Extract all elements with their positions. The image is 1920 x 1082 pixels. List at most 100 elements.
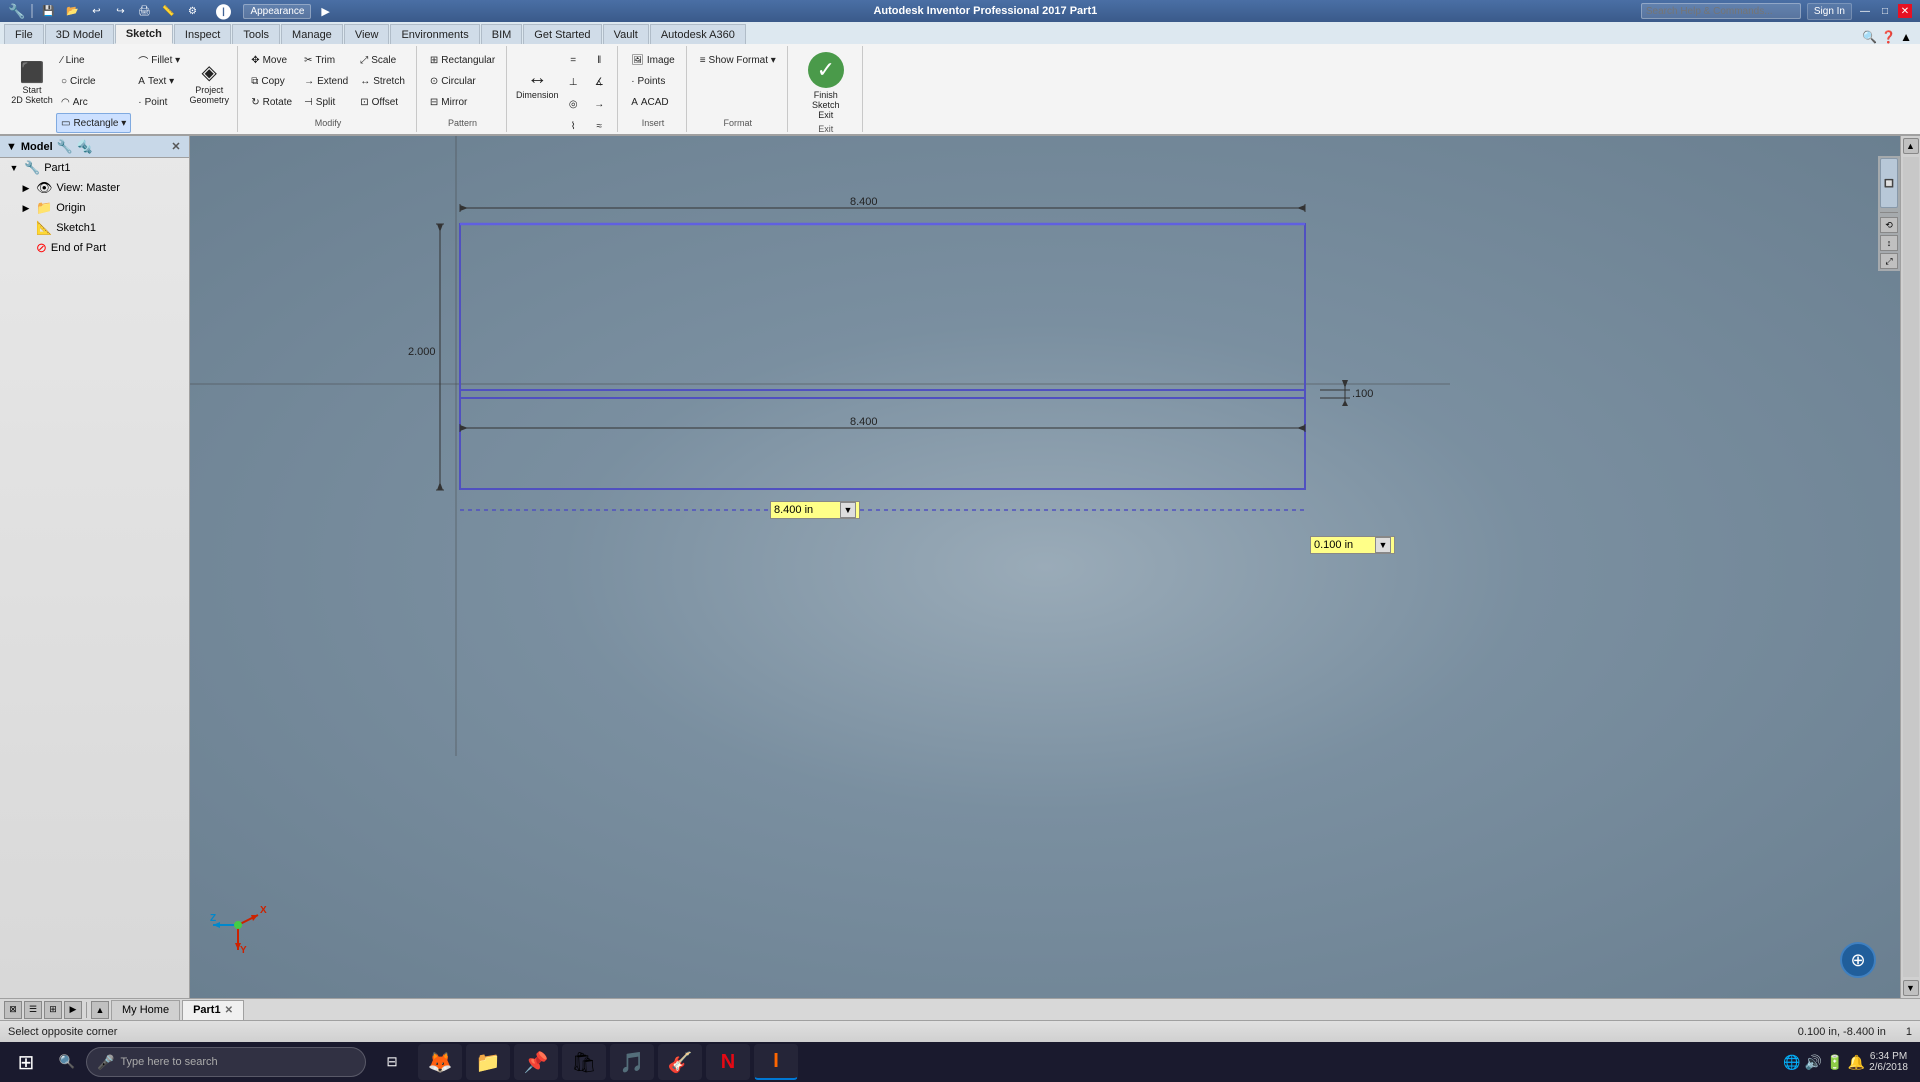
start-button[interactable]: ⊞ <box>4 1044 48 1080</box>
tab-inspect[interactable]: Inspect <box>174 24 231 44</box>
steering-wheel[interactable]: ⊕ <box>1840 942 1876 978</box>
height-input-expand[interactable]: ▼ <box>1375 537 1391 553</box>
tray-battery[interactable]: 🔋 <box>1826 1054 1843 1071</box>
constraint-angle[interactable]: ∡ <box>587 72 611 92</box>
tray-volume[interactable]: 🔊 <box>1805 1054 1822 1071</box>
tab-vault[interactable]: Vault <box>603 24 649 44</box>
panel-close-btn[interactable]: ✕ <box>169 140 183 154</box>
tab-sketch[interactable]: Sketch <box>115 24 173 44</box>
tab-bim[interactable]: BIM <box>481 24 523 44</box>
tree-item-part1[interactable]: ▼ 🔧 Part1 <box>0 158 189 178</box>
tree-item-origin[interactable]: ▶ 📁 Origin <box>0 198 189 218</box>
system-clock[interactable]: 6:34 PM 2/6/2018 <box>1869 1051 1908 1073</box>
offset-btn[interactable]: ⊡ Offset <box>355 92 410 112</box>
text-btn[interactable]: A Text ▾ <box>133 71 185 91</box>
quick-measure[interactable]: 📏 <box>159 2 177 20</box>
quick-redo[interactable]: ↪ <box>111 2 129 20</box>
launch-btn[interactable]: ▶ <box>321 5 329 18</box>
circle-btn[interactable]: ○ Circle <box>56 71 131 91</box>
quick-undo[interactable]: ↩ <box>87 2 105 20</box>
canvas-area[interactable]: 8.400 8.400 2.000 .100 8.400 in ▼ 0.100 … <box>190 136 1900 998</box>
tab-3dmodel[interactable]: 3D Model <box>45 24 114 44</box>
rectangle-btn[interactable]: ▭ Rectangle ▾ <box>56 113 131 133</box>
nav-list[interactable]: ☰ <box>24 1001 42 1019</box>
expand-part1[interactable]: ▼ <box>8 162 20 174</box>
copy-btn[interactable]: ⧉ Copy <box>246 71 297 91</box>
tab-environments[interactable]: Environments <box>390 24 479 44</box>
nav-grid[interactable]: ⊞ <box>44 1001 62 1019</box>
extend-btn[interactable]: → Extend <box>299 71 353 91</box>
nav-play[interactable]: ▶ <box>64 1001 82 1019</box>
dimension-btn[interactable]: ↔ Dimension <box>515 50 559 118</box>
image-btn[interactable]: 🖼 Image <box>626 50 680 70</box>
height-input-box[interactable]: 0.100 in ▼ <box>1310 536 1395 554</box>
close-btn[interactable]: ✕ <box>1898 4 1912 18</box>
tab-tools[interactable]: Tools <box>232 24 280 44</box>
fillet-btn[interactable]: ⌒ Fillet ▾ <box>133 50 185 70</box>
constraint-perp[interactable]: ⊥ <box>561 72 585 92</box>
scale-btn[interactable]: ⤢ Scale <box>355 50 410 70</box>
taskbar-app-explorer[interactable]: 📁 <box>466 1044 510 1080</box>
expand-view-master[interactable]: ▶ <box>20 182 32 194</box>
taskbar-app-inventor[interactable]: I <box>754 1044 798 1080</box>
nav-btn-3[interactable]: ⤢ <box>1880 253 1898 269</box>
acad-btn[interactable]: A ACAD <box>626 92 680 112</box>
nav-btn-2[interactable]: ↕ <box>1880 235 1898 251</box>
tab-view[interactable]: View <box>344 24 390 44</box>
finish-sketch-btn[interactable]: ✓ FinishSketchExit <box>796 50 856 122</box>
width-input-expand[interactable]: ▼ <box>840 502 856 518</box>
taskbar-app-firefox[interactable]: 🦊 <box>418 1044 462 1080</box>
maximize-btn[interactable]: □ <box>1878 4 1892 18</box>
taskbar-search-bar[interactable]: 🎤 Type here to search <box>86 1047 366 1077</box>
tab-get-started[interactable]: Get Started <box>523 24 601 44</box>
tree-item-end-of-part[interactable]: ⊘ End of Part <box>0 238 189 258</box>
point-btn[interactable]: · Point <box>133 92 185 112</box>
quick-settings[interactable]: ⚙ <box>183 2 201 20</box>
stretch-btn[interactable]: ↔ Stretch <box>355 71 410 91</box>
quick-save[interactable]: 💾 <box>39 2 57 20</box>
minimize-btn[interactable]: — <box>1858 4 1872 18</box>
help-search-input[interactable] <box>1641 3 1801 19</box>
rotate-btn[interactable]: ↻ Rotate <box>246 92 297 112</box>
width-input-box[interactable]: 8.400 in ▼ <box>770 501 860 519</box>
expand-origin[interactable]: ▶ <box>20 202 32 214</box>
arc-btn[interactable]: ◠ Arc <box>56 92 131 112</box>
scroll-bottom[interactable]: ▼ <box>1903 980 1919 996</box>
tab-a360[interactable]: Autodesk A360 <box>650 24 746 44</box>
nav-up[interactable]: ▲ <box>91 1001 109 1019</box>
quick-print[interactable]: 🖨 <box>135 2 153 20</box>
ribbon-search[interactable]: 🔍 <box>1862 30 1877 44</box>
sign-in-btn[interactable]: Sign In <box>1807 3 1852 20</box>
taskbar-app-spotify[interactable]: 🎵 <box>610 1044 654 1080</box>
tab-manage[interactable]: Manage <box>281 24 343 44</box>
constraint-fix[interactable]: ⌇ <box>561 116 585 134</box>
task-view-btn[interactable]: ⊟ <box>370 1044 414 1080</box>
constraint-collinear[interactable]: → <box>587 94 611 114</box>
rectangular-btn[interactable]: ⊞ Rectangular <box>425 50 500 70</box>
circular-pattern-btn[interactable]: ⊙ Circular <box>425 71 500 91</box>
appearance-dropdown[interactable]: Appearance <box>243 4 311 19</box>
constraint-concentric[interactable]: ◎ <box>561 94 585 114</box>
tab-my-home[interactable]: My Home <box>111 1000 180 1020</box>
mirror-btn[interactable]: ⊟ Mirror <box>425 92 500 112</box>
split-btn[interactable]: ⊣ Split <box>299 92 353 112</box>
trim-btn[interactable]: ✂ Trim <box>299 50 353 70</box>
tray-network[interactable]: 🌐 <box>1783 1054 1800 1071</box>
taskbar-app-store[interactable]: 🛍 <box>562 1044 606 1080</box>
quick-open[interactable]: 📂 <box>63 2 81 20</box>
tab-part1-close[interactable]: ✕ <box>225 1005 233 1016</box>
start-2d-sketch-btn[interactable]: ⬛ Start2D Sketch <box>10 50 54 118</box>
tree-item-view-master[interactable]: ▶ 👁 View: Master <box>0 178 189 198</box>
project-geometry-btn[interactable]: ◈ ProjectGeometry <box>187 50 231 118</box>
move-btn[interactable]: ✥ Move <box>246 50 297 70</box>
nav-btn-1[interactable]: ⟲ <box>1880 217 1898 233</box>
taskbar-app-music2[interactable]: 🎸 <box>658 1044 702 1080</box>
task-search-icon[interactable]: 🔍 <box>52 1044 82 1080</box>
points-btn[interactable]: · Points <box>626 71 680 91</box>
constraint-smooth[interactable]: ≈ <box>587 116 611 134</box>
tree-item-sketch1[interactable]: 📐 Sketch1 <box>0 218 189 238</box>
show-format-btn[interactable]: ≡ Show Format ▾ <box>695 50 781 70</box>
constraint-equal[interactable]: = <box>561 50 585 70</box>
tab-file[interactable]: File <box>4 24 44 44</box>
constraint-parallel[interactable]: ‖ <box>587 50 611 70</box>
